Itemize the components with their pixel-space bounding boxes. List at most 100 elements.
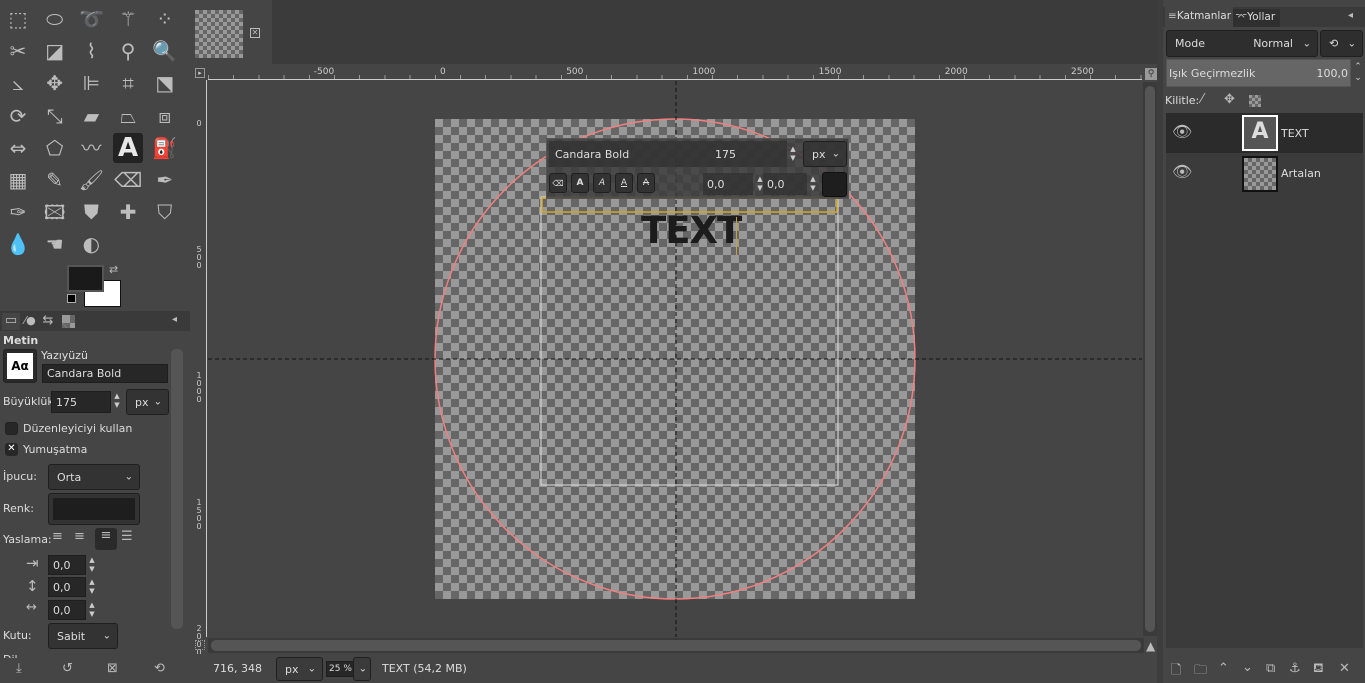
opacity-slider[interactable]: Işık Geçirmezlik 100,0	[1166, 59, 1351, 87]
duplicate-layer-icon[interactable]: ⧉	[1266, 661, 1275, 676]
select-by-color-tool[interactable]: ⁘	[150, 4, 180, 34]
raise-layer-icon[interactable]: ⌃	[1218, 661, 1229, 676]
rotate-tool[interactable]: ⟳	[3, 101, 33, 131]
restore-preset-icon[interactable]: ↺	[62, 661, 73, 676]
horizontal-ruler[interactable]	[208, 66, 1142, 80]
layer-row[interactable]: 👁 A TEXT	[1166, 113, 1363, 153]
kerning-spinner[interactable]: ▲ ▼	[807, 175, 819, 193]
delete-preset-icon[interactable]: ⊠	[107, 661, 118, 676]
unified-transform-tool[interactable]: ⬔	[150, 68, 180, 98]
warp-tool[interactable]: 〰	[76, 133, 106, 163]
composite-mode-select[interactable]: ⟲ ⌄	[1320, 30, 1363, 57]
move-tool[interactable]: ✥	[40, 68, 70, 98]
tab-layers[interactable]: ≡Katmanlar	[1165, 7, 1233, 27]
overlay-size-spinner[interactable]: ▲ ▼	[787, 145, 799, 163]
bucket-fill-tool[interactable]: ⛽	[150, 133, 180, 163]
free-select-tool[interactable]: ➰	[76, 4, 106, 34]
scissors-tool[interactable]: ✂	[3, 36, 33, 66]
mypaint-brush-tool[interactable]: 🖾	[40, 197, 70, 227]
navigate-icon[interactable]: ▲	[1146, 639, 1155, 653]
lock-alpha-icon[interactable]	[1249, 95, 1261, 107]
eye-icon[interactable]: 👁	[1172, 122, 1192, 141]
layer-row[interactable]: 👁 Artalan	[1166, 153, 1363, 193]
font-preview-button[interactable]: Aα	[3, 349, 37, 383]
text-layer-content[interactable]: TEXT	[641, 209, 742, 252]
foreground-select-tool[interactable]: ◪	[40, 36, 70, 66]
tab-tool-options[interactable]: ▭	[2, 313, 20, 330]
baseline-input[interactable]: 0,0	[703, 173, 753, 195]
scrollbar[interactable]	[171, 349, 183, 629]
quick-mask-toggle[interactable]	[195, 640, 205, 650]
measure-tool[interactable]: ⦣	[3, 68, 33, 98]
crop-tool[interactable]: ⌗	[113, 68, 143, 98]
airbrush-tool[interactable]: ✒	[150, 165, 180, 195]
size-input[interactable]: 175	[51, 391, 111, 413]
tab-device-status[interactable]: ⁄●	[22, 314, 38, 327]
align-tool[interactable]: ⊫	[76, 68, 106, 98]
merge-layer-icon[interactable]: ⛾	[1313, 661, 1324, 678]
justify-center-icon[interactable]: ≡	[95, 528, 117, 550]
use-editor-checkbox[interactable]	[5, 422, 18, 435]
eye-icon[interactable]: 👁	[1172, 162, 1192, 181]
strikethrough-button[interactable]: A	[637, 173, 655, 193]
scale-tool[interactable]: ⤡	[40, 101, 70, 131]
close-tab-icon[interactable]: ✕	[250, 28, 260, 38]
antialias-checkbox[interactable]: ✕	[5, 443, 18, 456]
perspective-tool[interactable]: ⏢	[113, 101, 143, 131]
size-unit-select[interactable]: px ⌄	[126, 389, 169, 415]
delete-layer-icon[interactable]: ✕	[1339, 661, 1350, 676]
vertical-ruler[interactable]	[192, 80, 207, 637]
tab-undo-history[interactable]: ⇆	[40, 313, 56, 328]
zoom-select[interactable]: ⌄	[353, 657, 371, 681]
color-picker-tool[interactable]: ⚲	[113, 36, 143, 66]
shear-tool[interactable]: ▰	[76, 101, 106, 131]
3d-transform-tool[interactable]: ⧈	[150, 101, 180, 131]
fuzzy-select-tool[interactable]: ⚚	[113, 4, 143, 34]
blur-tool[interactable]: 💧	[3, 229, 33, 259]
dodge-burn-tool[interactable]: ◐	[76, 229, 106, 259]
justify-right-icon[interactable]: ≡	[74, 529, 85, 544]
font-input[interactable]: Candara Bold	[42, 364, 168, 383]
tab-paths[interactable]: ⌤Yollar	[1233, 9, 1280, 27]
hinting-select[interactable]: Orta ⌄	[48, 464, 140, 490]
ellipse-select-tool[interactable]: ⬭	[40, 4, 70, 34]
layer-name[interactable]: TEXT	[1281, 127, 1309, 140]
text-tool[interactable]: A	[113, 132, 144, 163]
vertical-scrollbar[interactable]	[1143, 82, 1157, 636]
eraser-tool[interactable]: ⌫	[113, 165, 143, 195]
box-select[interactable]: Sabit ⌄	[48, 623, 118, 649]
pencil-tool[interactable]: ✎	[40, 165, 70, 195]
unit-select[interactable]: px ⌄	[276, 657, 323, 681]
lock-pixels-icon[interactable]: ⁄	[1201, 92, 1203, 107]
overlay-color-button[interactable]	[822, 172, 847, 197]
swap-colors-icon[interactable]: ⇄	[109, 263, 118, 276]
layer-name[interactable]: Artalan	[1281, 167, 1321, 180]
letter-spacing-spinner[interactable]: ▲ ▼	[86, 601, 98, 619]
overlay-size-input[interactable]: 175	[709, 141, 787, 167]
zoom-input[interactable]: 25 %	[326, 661, 354, 677]
paintbrush-tool[interactable]: 🖌	[76, 165, 106, 195]
panel-menu-icon[interactable]: ◂	[1348, 10, 1353, 21]
kerning-input[interactable]: 0,0	[763, 173, 807, 195]
anchor-layer-icon[interactable]: ⚓	[1289, 661, 1301, 676]
clone-tool[interactable]: ⛊	[76, 197, 106, 227]
lock-position-icon[interactable]: ✥	[1224, 92, 1235, 107]
save-preset-icon[interactable]: ⤓	[16, 661, 22, 676]
paths-tool[interactable]: ⌇	[76, 36, 106, 66]
underline-button[interactable]: A	[615, 173, 633, 193]
line-spacing-spinner[interactable]: ▲ ▼	[86, 578, 98, 596]
ink-tool[interactable]: ✑	[3, 197, 33, 227]
letter-spacing-input[interactable]: 0,0	[48, 600, 86, 620]
indent-input[interactable]: 0,0	[48, 555, 86, 575]
zoom-navigate-icon[interactable]: ⚲	[1145, 68, 1157, 80]
panel-menu-icon[interactable]: ◂	[172, 314, 177, 325]
size-spinner[interactable]: ▲ ▼	[111, 392, 123, 410]
bold-button[interactable]: A	[571, 173, 589, 193]
mode-select[interactable]: Mode Normal ⌄	[1166, 30, 1318, 57]
italic-button[interactable]: A	[593, 173, 611, 193]
smudge-tool[interactable]: ☚	[40, 229, 70, 259]
clear-style-button[interactable]: ⌫	[549, 173, 567, 193]
color-button[interactable]	[48, 493, 140, 525]
lower-layer-icon[interactable]: ⌄	[1242, 660, 1253, 675]
tab-images[interactable]	[62, 315, 75, 328]
